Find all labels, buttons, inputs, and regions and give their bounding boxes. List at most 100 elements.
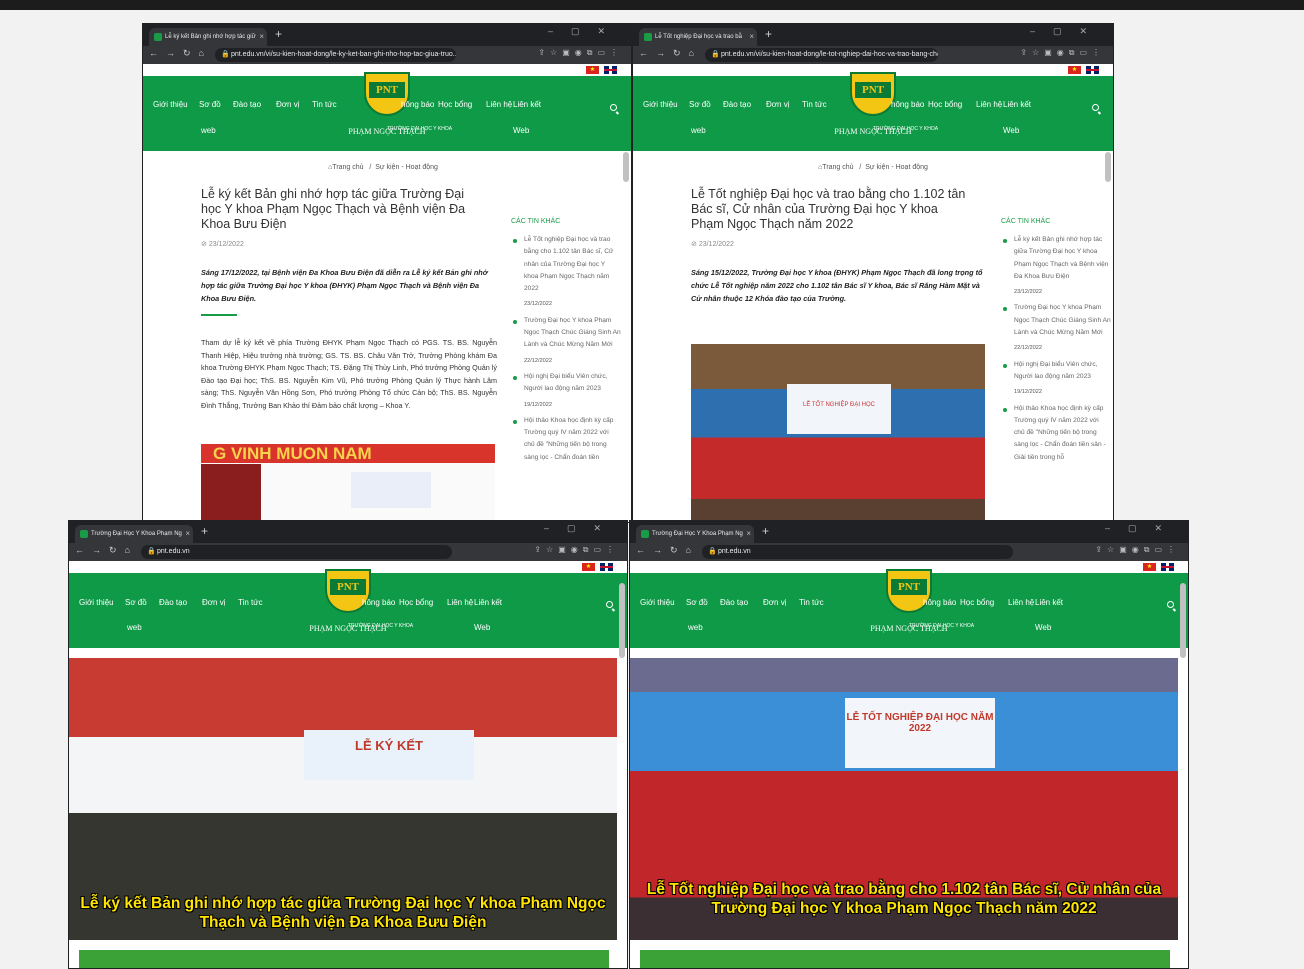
vietnam-flag-icon[interactable]: ★ xyxy=(582,563,595,571)
related-news-item[interactable]: Hội thảo Khoa học định kỳ cấp Trường quý… xyxy=(1001,403,1111,464)
nav-item[interactable]: Tin tức xyxy=(802,100,827,109)
related-news-title[interactable]: Trường Đại học Y khoa Phạm Ngọc Thạch Ch… xyxy=(524,315,621,352)
vietnam-flag-icon[interactable]: ★ xyxy=(1143,563,1156,571)
browser-tab[interactable]: Trường Đại Học Y Khoa Phạm Ng × xyxy=(636,525,754,543)
browser-tab[interactable]: Lễ Tốt nghiệp Đại học và trao bằ × xyxy=(639,28,757,46)
window-controls[interactable]: –▢✕ xyxy=(548,26,623,37)
nav-item[interactable]: Liên kết xyxy=(513,100,541,109)
nav-buttons[interactable]: ←→↻⌂ xyxy=(636,545,699,556)
nav-item[interactable]: Giới thiệu xyxy=(640,598,675,607)
hero-caption[interactable]: Lễ Tốt nghiệp Đại học và trao bằng cho 1… xyxy=(630,880,1178,918)
nav-item[interactable]: Sơ đồ xyxy=(689,100,711,109)
school-logo[interactable]: PNT xyxy=(850,72,896,116)
search-icon[interactable] xyxy=(1167,601,1174,608)
nav-item[interactable]: Học bổng xyxy=(960,598,994,607)
related-news-title[interactable]: Hội thảo Khoa học định kỳ cấp Trường quý… xyxy=(524,415,621,464)
search-icon[interactable] xyxy=(1092,104,1099,111)
nav-item[interactable]: Tin tức xyxy=(238,598,263,607)
search-icon[interactable] xyxy=(610,104,617,111)
new-tab-button[interactable]: + xyxy=(201,524,208,538)
related-news-item[interactable]: Hội nghị Đại biểu Viên chức, Người lao đ… xyxy=(1001,359,1111,399)
related-news-item[interactable]: Hội nghị Đại biểu Viên chức, Người lao đ… xyxy=(511,371,621,411)
vietnam-flag-icon[interactable]: ★ xyxy=(1068,66,1081,74)
nav-item[interactable]: Đơn vị xyxy=(763,598,786,607)
new-tab-button[interactable]: + xyxy=(765,27,772,41)
nav-item[interactable]: Liên hệ xyxy=(447,598,473,607)
new-tab-button[interactable]: + xyxy=(762,524,769,538)
nav-item[interactable]: Tin tức xyxy=(312,100,337,109)
nav-item[interactable]: Đào tạo xyxy=(723,100,751,109)
nav-item[interactable]: Học bổng xyxy=(438,100,472,109)
close-tab-icon[interactable]: × xyxy=(185,525,190,543)
uk-flag-icon[interactable] xyxy=(600,563,613,571)
url-field[interactable]: 🔒 pnt.edu.vn/vi/su-kien-hoat-dong/le-ky-… xyxy=(215,48,456,62)
scrollbar[interactable] xyxy=(623,152,629,182)
hero-slide-photo[interactable]: LỄ KÝ KẾT Lễ ký kết Bản ghi nhớ hợp tác … xyxy=(69,658,617,940)
nav-item[interactable]: Liên hệ xyxy=(486,100,512,109)
nav-item[interactable]: Giới thiệu xyxy=(79,598,114,607)
window-controls[interactable]: –▢✕ xyxy=(1105,523,1180,534)
browser-tab[interactable]: Trường Đại Học Y Khoa Phạm Ng × xyxy=(75,525,193,543)
related-news-item[interactable]: Trường Đại học Y khoa Phạm Ngọc Thạch Ch… xyxy=(1001,302,1111,354)
window-controls[interactable]: –▢✕ xyxy=(1030,26,1105,37)
uk-flag-icon[interactable] xyxy=(1161,563,1174,571)
related-news-title[interactable]: Lễ Tốt nghiệp Đại học và trao bằng cho 1… xyxy=(524,234,621,295)
nav-item[interactable]: Đơn vị xyxy=(202,598,225,607)
related-news-title[interactable]: Hội nghị Đại biểu Viên chức, Người lao đ… xyxy=(1014,359,1111,384)
nav-item[interactable]: Sơ đồ xyxy=(199,100,221,109)
close-tab-icon[interactable]: × xyxy=(746,525,751,543)
related-news-item[interactable]: Trường Đại học Y khoa Phạm Ngọc Thạch Ch… xyxy=(511,315,621,367)
nav-item[interactable]: Học bổng xyxy=(928,100,962,109)
related-news-title[interactable]: Hội thảo Khoa học định kỳ cấp Trường quý… xyxy=(1014,403,1111,464)
breadcrumb-category[interactable]: Sự kiện - Hoạt động xyxy=(375,164,438,171)
related-news-title[interactable]: Trường Đại học Y khoa Phạm Ngọc Thạch Ch… xyxy=(1014,302,1111,339)
nav-item[interactable]: Đơn vị xyxy=(766,100,789,109)
scrollbar[interactable] xyxy=(1180,583,1186,658)
nav-buttons[interactable]: ←→↻⌂ xyxy=(149,48,212,59)
nav-item[interactable]: Sơ đồ xyxy=(686,598,708,607)
nav-item[interactable]: hông báo xyxy=(362,598,395,607)
hero-caption[interactable]: Lễ ký kết Bản ghi nhớ hợp tác giữa Trườn… xyxy=(69,894,617,932)
related-news-item[interactable]: Hội thảo Khoa học định kỳ cấp Trường quý… xyxy=(511,415,621,464)
related-news-item[interactable]: Lễ ký kết Bản ghi nhớ hợp tác giữa Trườn… xyxy=(1001,234,1111,298)
url-field[interactable]: 🔒 pnt.edu.vn/vi/su-kien-hoat-dong/le-tot… xyxy=(705,48,938,62)
nav-item[interactable]: Liên kết xyxy=(474,598,502,607)
new-tab-button[interactable]: + xyxy=(275,27,282,41)
window-controls[interactable]: –▢✕ xyxy=(544,523,619,534)
nav-item[interactable]: Tin tức xyxy=(799,598,824,607)
nav-item[interactable]: hông báo xyxy=(923,598,956,607)
related-news-title[interactable]: Lễ ký kết Bản ghi nhớ hợp tác giữa Trườn… xyxy=(1014,234,1111,283)
nav-item[interactable]: Đào tạo xyxy=(159,598,187,607)
close-tab-icon[interactable]: × xyxy=(259,28,264,46)
nav-item[interactable]: Liên kết xyxy=(1035,598,1063,607)
nav-item[interactable]: hông báo xyxy=(891,100,924,109)
nav-item[interactable]: Sơ đồ xyxy=(125,598,147,607)
extension-icons[interactable]: ⇪☆▣◉⧉▭⋮ xyxy=(1020,48,1105,58)
nav-item[interactable]: Học bổng xyxy=(399,598,433,607)
extension-icons[interactable]: ⇪☆▣◉⧉▭⋮ xyxy=(538,48,623,58)
nav-item[interactable]: Giới thiệu xyxy=(153,100,188,109)
related-news-title[interactable]: Hội nghị Đại biểu Viên chức, Người lao đ… xyxy=(524,371,621,396)
school-logo[interactable]: PNT xyxy=(364,72,410,116)
nav-item[interactable]: hông báo xyxy=(401,100,434,109)
nav-item[interactable]: Liên hệ xyxy=(976,100,1002,109)
nav-buttons[interactable]: ←→↻⌂ xyxy=(639,48,702,59)
hero-slide-photo[interactable]: LỄ TỐT NGHIỆP ĐẠI HỌC NĂM 2022 Lễ Tốt ng… xyxy=(630,658,1178,940)
breadcrumb-home[interactable]: Trang chủ xyxy=(332,164,363,171)
url-field[interactable]: 🔒 pnt.edu.vn xyxy=(702,545,1013,559)
browser-tab[interactable]: Lễ ký kết Bản ghi nhớ hợp tác giữ × xyxy=(149,28,267,46)
nav-item[interactable]: Đào tạo xyxy=(720,598,748,607)
uk-flag-icon[interactable] xyxy=(604,66,617,74)
scrollbar[interactable] xyxy=(1105,152,1111,182)
search-icon[interactable] xyxy=(606,601,613,608)
url-field[interactable]: 🔒 pnt.edu.vn xyxy=(141,545,452,559)
breadcrumb-category[interactable]: Sự kiện - Hoạt động xyxy=(865,164,928,171)
close-tab-icon[interactable]: × xyxy=(749,28,754,46)
vietnam-flag-icon[interactable]: ★ xyxy=(586,66,599,74)
breadcrumb-home[interactable]: Trang chủ xyxy=(822,164,853,171)
nav-item[interactable]: Đơn vị xyxy=(276,100,299,109)
extension-icons[interactable]: ⇪☆▣◉⧉▭⋮ xyxy=(1095,545,1180,555)
nav-buttons[interactable]: ←→↻⌂ xyxy=(75,545,138,556)
nav-item[interactable]: Giới thiệu xyxy=(643,100,678,109)
extension-icons[interactable]: ⇪☆▣◉⧉▭⋮ xyxy=(534,545,619,555)
